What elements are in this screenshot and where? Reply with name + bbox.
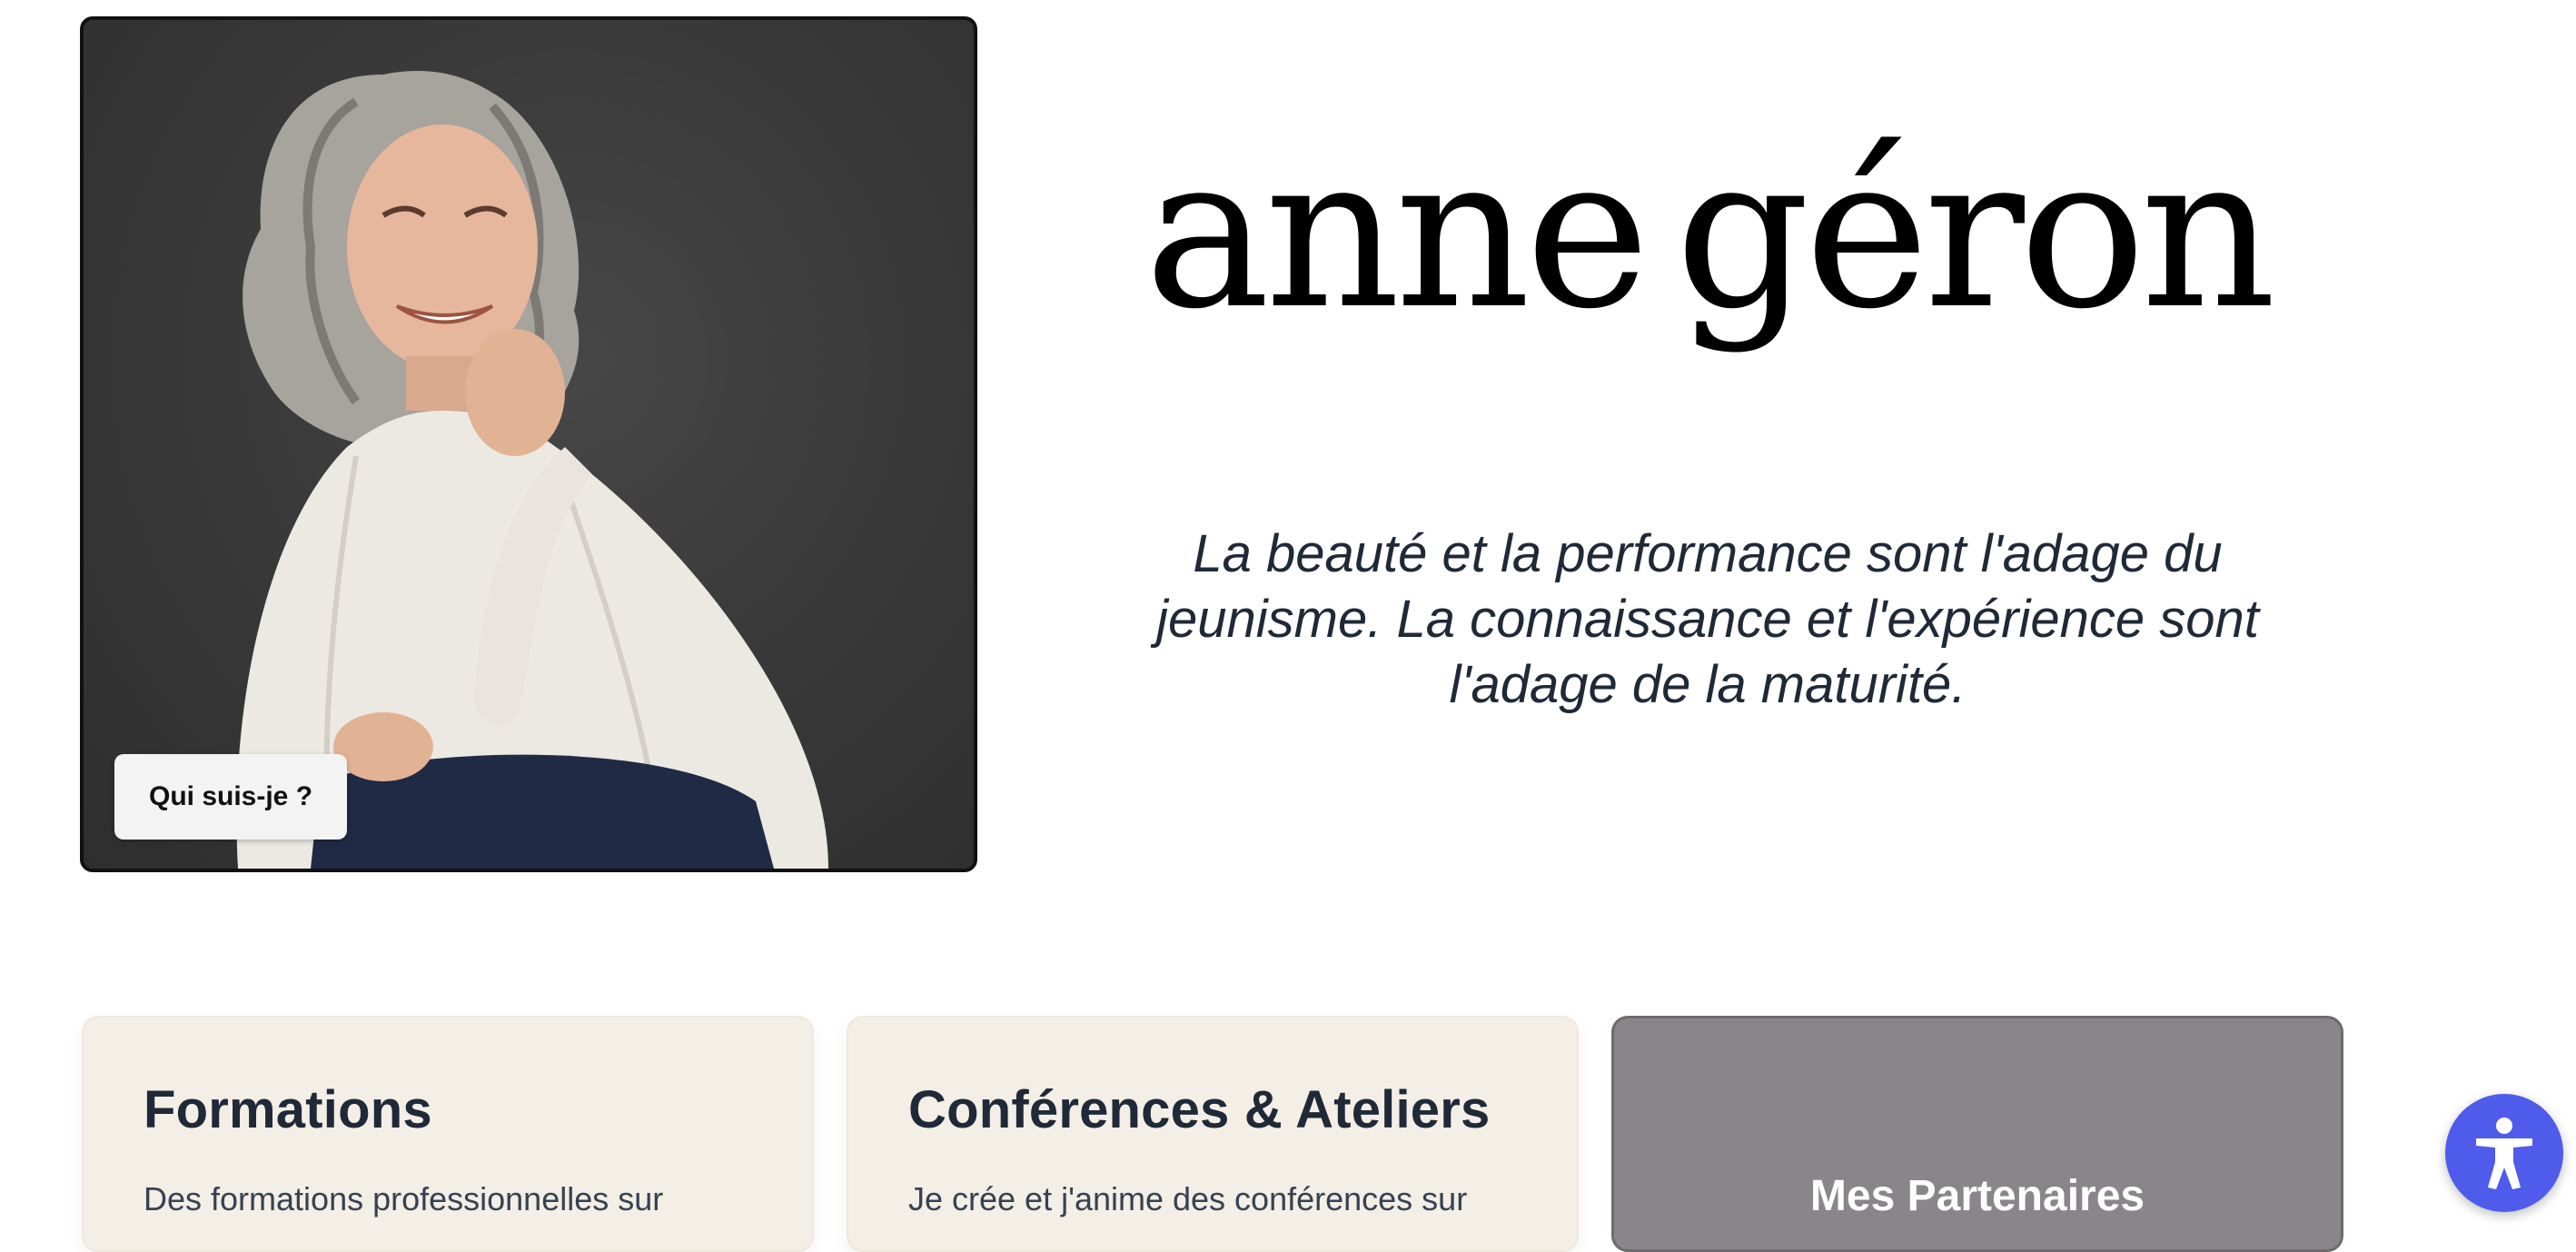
conferences-card[interactable]: Conférences & Ateliers Je crée et j'anim… [847, 1016, 1579, 1252]
formations-description: Des formations professionnelles sur [144, 1180, 664, 1217]
conferences-description: Je crée et j'anime des conférences sur [908, 1180, 1468, 1217]
about-me-button[interactable]: Qui suis-je ? [114, 754, 347, 840]
hero-quote: La beauté et la performance sont l'adage… [1156, 524, 2259, 714]
accessibility-icon [2476, 1118, 2532, 1189]
formations-card[interactable]: Formations Des formations professionnell… [82, 1016, 814, 1252]
logo-first-name: anne [1144, 110, 1650, 355]
portrait-illustration [236, 71, 828, 869]
conferences-title: Conférences & Ateliers [908, 1080, 1491, 1139]
partners-card[interactable]: Mes Partenaires [1611, 1016, 2343, 1252]
portrait-photo: Qui suis-je ? [80, 16, 977, 872]
partners-title: Mes Partenaires [1809, 1172, 2145, 1220]
logo-last-name: géron [1675, 110, 2276, 355]
formations-title: Formations [144, 1080, 432, 1139]
accessibility-button[interactable] [2445, 1094, 2563, 1212]
brand-logo: anne géron [1144, 110, 2276, 436]
